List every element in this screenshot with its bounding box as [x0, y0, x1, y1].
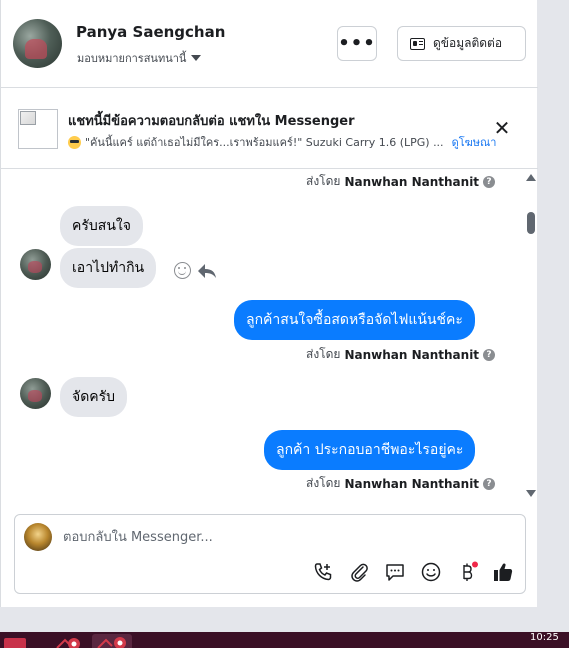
more-icon: •••	[338, 33, 376, 54]
reply-icon[interactable]	[197, 262, 217, 280]
start-menu-icon[interactable]	[4, 638, 26, 648]
outgoing-message[interactable]: ลูกค้าสนใจซื้อสดหรือจัดไฟแน้นช์คะ	[234, 300, 475, 340]
assign-label: มอบหมายการสนทนานี้	[77, 52, 187, 65]
view-ad-link[interactable]: ดูโฆษณา	[452, 133, 497, 151]
view-contact-button[interactable]: ดูข้อมูลติดต่อ	[397, 26, 526, 61]
help-icon[interactable]: ?	[483, 175, 496, 188]
agent-name: Nanwhan Nanthanit	[344, 174, 480, 189]
notification-dot	[472, 561, 478, 568]
contact-avatar[interactable]	[13, 19, 62, 68]
help-icon[interactable]: ?	[483, 477, 496, 490]
chrome-active-icon[interactable]	[92, 634, 132, 648]
emoji-icon[interactable]	[420, 561, 442, 583]
sunglasses-emoji-icon	[68, 135, 81, 149]
agent-name: Nanwhan Nanthanit	[344, 476, 480, 491]
ad-banner-title: แชทนี้มีข้อความตอบกลับต่อ แชทใน Messenge…	[68, 114, 355, 129]
conversation-panel: Panya Saengchan มอบหมายการสนทนานี้ ••• ด…	[0, 0, 538, 607]
sent-by-label: ส่งโดย Nanwhan Nanthanit ?	[306, 474, 496, 493]
assign-conversation-dropdown[interactable]: มอบหมายการสนทนานี้	[77, 49, 202, 67]
contact-avatar-small	[20, 378, 51, 409]
incoming-message[interactable]: จัดครับ	[60, 377, 128, 417]
ad-text: "คันนี้แคร์ แต่ถ้าเธอไม่มีใคร...เราพร้อม…	[85, 136, 444, 149]
contact-avatar-small	[20, 249, 51, 280]
view-contact-label: ดูข้อมูลติดต่อ	[433, 36, 503, 50]
ad-thumbnail[interactable]	[18, 109, 58, 149]
system-clock[interactable]: 10:25	[530, 632, 559, 643]
conversation-header: Panya Saengchan มอบหมายการสนทนานี้ ••• ด…	[1, 0, 538, 88]
caret-down-icon	[191, 55, 202, 61]
sent-by-text: ส่งโดย	[306, 347, 341, 361]
sent-by-text: ส่งโดย	[306, 476, 341, 490]
more-options-button[interactable]: •••	[337, 26, 377, 61]
contact-name[interactable]: Panya Saengchan	[76, 23, 225, 41]
page-background-bottom	[0, 607, 569, 632]
sent-by-text: ส่งโดย	[306, 174, 341, 188]
like-icon[interactable]	[492, 561, 514, 583]
outgoing-message[interactable]: ลูกค้า ประกอบอาชีพอะไรอยู่คะ	[264, 430, 476, 470]
ad-banner-subtitle: "คันนี้แคร์ แต่ถ้าเธอไม่มีใคร...เราพร้อม…	[68, 133, 496, 151]
agent-avatar	[24, 523, 52, 551]
chrome-icon[interactable]	[55, 635, 83, 648]
call-icon[interactable]	[312, 561, 334, 583]
incoming-message[interactable]: เอาไปทำกิน	[60, 248, 157, 288]
incoming-message[interactable]: ครับสนใจ	[60, 206, 143, 246]
scrollbar-thumb[interactable]	[527, 212, 535, 234]
attach-icon[interactable]	[348, 561, 370, 583]
close-icon[interactable]: ✕	[491, 117, 513, 139]
page-background	[537, 0, 569, 632]
agent-name: Nanwhan Nanthanit	[344, 347, 480, 362]
message-composer	[14, 514, 526, 594]
react-icon[interactable]	[174, 262, 191, 279]
contact-card-icon	[410, 37, 425, 50]
ad-context-banner: แชทนี้มีข้อความตอบกลับต่อ แชทใน Messenge…	[1, 89, 538, 169]
help-icon[interactable]: ?	[483, 348, 496, 361]
os-taskbar: 10:25	[0, 632, 569, 648]
saved-replies-icon[interactable]	[384, 561, 406, 583]
scroll-up-arrow-icon[interactable]	[526, 174, 536, 181]
scroll-down-arrow-icon[interactable]	[526, 490, 536, 497]
payment-icon[interactable]	[456, 561, 478, 583]
sent-by-label: ส่งโดย Nanwhan Nanthanit ?	[306, 345, 496, 364]
sent-by-label: ส่งโดย Nanwhan Nanthanit ?	[306, 172, 496, 191]
reply-input[interactable]	[63, 525, 503, 549]
